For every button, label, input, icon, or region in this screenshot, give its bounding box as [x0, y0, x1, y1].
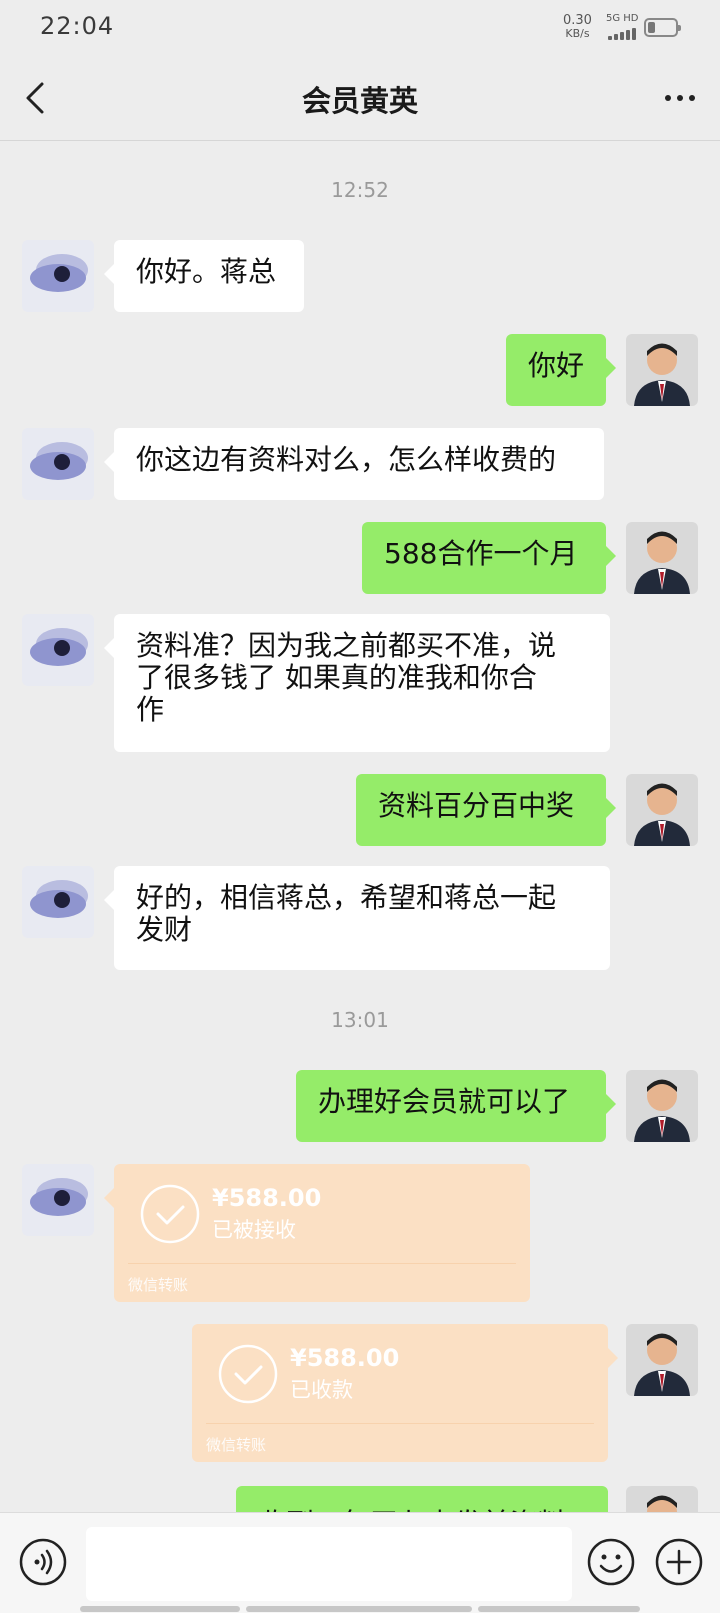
- flower-avatar-icon: [22, 866, 94, 938]
- nav-hint: [246, 1606, 472, 1612]
- signal-icon: [608, 28, 638, 40]
- message-received[interactable]: 你好。蒋总: [104, 240, 304, 312]
- message-received[interactable]: 你这边有资料对么，怎么样收费的: [104, 428, 604, 500]
- network-speed-unit: KB/s: [565, 27, 590, 40]
- transfer-status: 已收款: [290, 1378, 353, 1402]
- more-dots-icon: [665, 95, 695, 101]
- transfer-label: 微信转账: [206, 1436, 267, 1454]
- my-avatar[interactable]: [626, 522, 698, 594]
- message-sent[interactable]: 588合作一个月: [362, 522, 616, 594]
- message-line: 好的，相信蒋总，希望和蒋总一起: [136, 881, 557, 914]
- message-line: 了很多钱了 如果真的准我和你合: [136, 661, 537, 694]
- message-input[interactable]: [86, 1527, 572, 1601]
- emoji-icon: [587, 1538, 635, 1586]
- my-avatar[interactable]: [626, 334, 698, 406]
- transfer-amount: ¥588.00: [212, 1184, 322, 1212]
- man-avatar-icon: [626, 522, 698, 594]
- man-avatar-icon: [626, 1070, 698, 1142]
- man-avatar-icon: [626, 1486, 698, 1512]
- man-avatar-icon: [626, 774, 698, 846]
- my-avatar[interactable]: [626, 1324, 698, 1396]
- transfer-card[interactable]: ¥588.00 已收款 微信转账: [192, 1324, 618, 1462]
- message-received[interactable]: 好的，相信蒋总，希望和蒋总一起 发财: [104, 866, 610, 970]
- flower-avatar-icon: [22, 1164, 94, 1236]
- message-sent[interactable]: 办理好会员就可以了: [296, 1070, 616, 1142]
- message-sent[interactable]: 资料百分百中奖: [356, 774, 616, 846]
- transfer-label: 微信转账: [128, 1276, 189, 1294]
- network-speed-value: 0.30: [563, 13, 592, 28]
- flower-avatar-icon: [22, 428, 94, 500]
- nav-hint: [80, 1606, 240, 1612]
- status-time: 22:04: [40, 12, 115, 40]
- flower-avatar-icon: [22, 240, 94, 312]
- message-received[interactable]: 资料准？因为我之前都买不准，说 了很多钱了 如果真的准我和你合 作: [104, 614, 610, 752]
- message-line: 发财: [136, 913, 193, 946]
- man-avatar-icon: [626, 1324, 698, 1396]
- more-button[interactable]: [660, 78, 700, 118]
- my-avatar[interactable]: [626, 1070, 698, 1142]
- contact-avatar[interactable]: [22, 428, 94, 500]
- input-bar: [0, 1512, 720, 1613]
- contact-avatar[interactable]: [22, 240, 94, 312]
- contact-avatar[interactable]: [22, 614, 94, 686]
- contact-avatar[interactable]: [22, 1164, 94, 1236]
- divider: [206, 1423, 594, 1424]
- check-circle-icon: [218, 1344, 278, 1404]
- chat-header: 会员黄英: [0, 56, 720, 141]
- divider: [128, 1263, 516, 1264]
- transfer-card[interactable]: ¥588.00 已被接收 微信转账: [104, 1164, 530, 1302]
- nav-hint: [478, 1606, 640, 1612]
- message-line: 资料准？因为我之前都买不准，说: [136, 629, 557, 662]
- my-avatar[interactable]: [626, 1486, 698, 1512]
- message-line: 作: [136, 693, 165, 726]
- transfer-amount: ¥588.00: [290, 1344, 400, 1372]
- timestamp: 12:52: [331, 178, 389, 202]
- man-avatar-icon: [626, 334, 698, 406]
- message-sent[interactable]: 你好: [506, 334, 616, 406]
- network-speed: 0.30 KB/s: [563, 14, 592, 40]
- flower-avatar-icon: [22, 614, 94, 686]
- transfer-status: 已被接收: [212, 1218, 296, 1242]
- contact-avatar[interactable]: [22, 866, 94, 938]
- more-functions-button[interactable]: [654, 1537, 704, 1587]
- emoji-button[interactable]: [586, 1537, 636, 1587]
- plus-circle-icon: [655, 1538, 703, 1586]
- battery-icon: [644, 18, 681, 37]
- my-avatar[interactable]: [626, 774, 698, 846]
- timestamp: 13:01: [331, 1008, 389, 1032]
- chat-title: 会员黄英: [301, 84, 418, 118]
- voice-button[interactable]: [18, 1537, 68, 1587]
- status-bar: 22:04 0.30 KB/s 5G HD: [0, 0, 720, 56]
- check-circle-icon: [140, 1184, 200, 1244]
- voice-icon: [19, 1538, 67, 1586]
- network-type: 5G HD: [606, 13, 639, 24]
